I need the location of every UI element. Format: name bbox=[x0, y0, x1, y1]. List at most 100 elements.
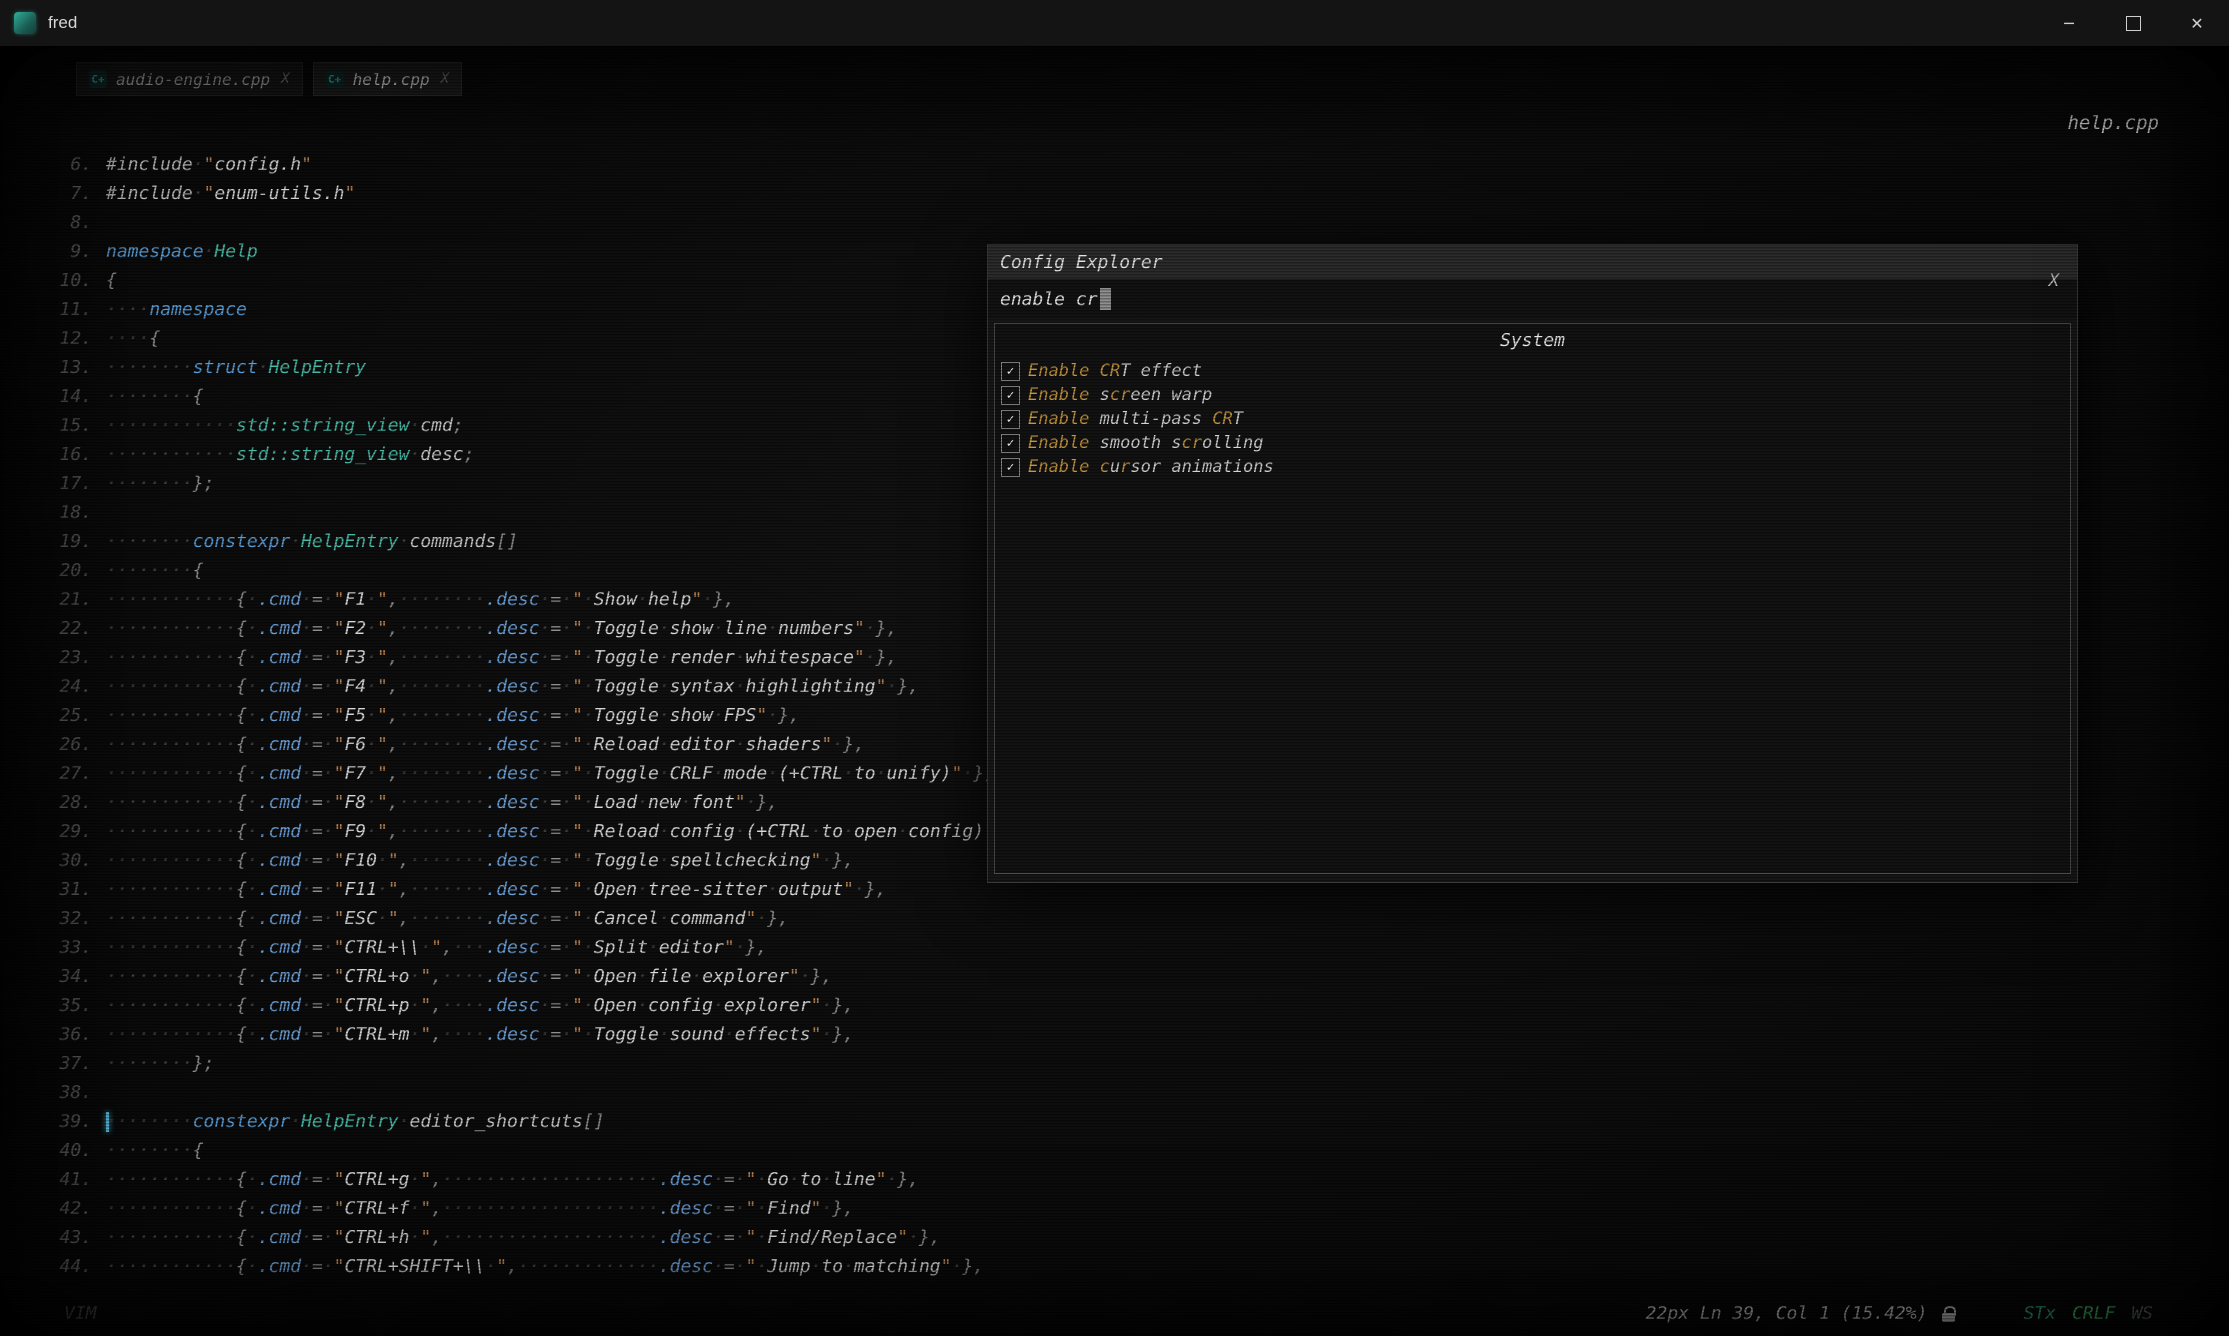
maximize-button[interactable] bbox=[2101, 0, 2165, 46]
tab-label: help.cpp bbox=[353, 70, 430, 89]
status-flag-CRLF: CRLF bbox=[2072, 1303, 2115, 1324]
status-bar: VIM 22px Ln 39, Col 1 (15.42%) STxCRLFWS bbox=[64, 1303, 2153, 1324]
window-controls: ─ ✕ bbox=[2037, 0, 2229, 46]
code-line[interactable]: 42.············{·.cmd·=·"CTRL+f·",······… bbox=[28, 1194, 2215, 1223]
code-line[interactable]: 44.············{·.cmd·=·"CTRL+SHIFT+\\·"… bbox=[28, 1252, 2215, 1280]
code-line[interactable]: 40.········{ bbox=[28, 1136, 2215, 1165]
line-content: ············{·.cmd·=·"F4·",········.desc… bbox=[106, 676, 919, 697]
checkbox-checked-icon[interactable]: ✓ bbox=[1001, 458, 1020, 477]
line-number: 11. bbox=[28, 295, 106, 324]
checkbox-checked-icon[interactable]: ✓ bbox=[1001, 410, 1020, 429]
line-number: 13. bbox=[28, 353, 106, 382]
tab-close-button[interactable]: X bbox=[281, 71, 289, 87]
line-content: { bbox=[106, 270, 117, 291]
code-line[interactable]: 6.#include·"config.h" bbox=[28, 150, 2215, 179]
line-number: 37. bbox=[28, 1049, 106, 1078]
code-line[interactable]: 41.············{·.cmd·=·"CTRL+g·",······… bbox=[28, 1165, 2215, 1194]
code-line[interactable]: 32.············{·.cmd·=·"ESC·",·······.d… bbox=[28, 904, 2215, 933]
close-button[interactable]: ✕ bbox=[2165, 0, 2229, 46]
line-number: 6. bbox=[28, 150, 106, 179]
code-line[interactable]: 38. bbox=[28, 1078, 2215, 1107]
lock-body bbox=[1942, 1313, 1955, 1322]
code-line[interactable]: 7.#include·"enum-utils.h" bbox=[28, 179, 2215, 208]
line-number: 31. bbox=[28, 875, 106, 904]
config-option[interactable]: ✓Enable multi-pass CRT bbox=[1001, 407, 2070, 431]
line-number: 17. bbox=[28, 469, 106, 498]
line-content: ············{·.cmd·=·"F7·",········.desc… bbox=[106, 763, 995, 784]
line-content: ············{·.cmd·=·"F8·",········.desc… bbox=[106, 792, 778, 813]
line-content: ········}; bbox=[106, 1053, 214, 1074]
config-option-label: Enable CRT effect bbox=[1028, 361, 1202, 381]
line-content: ············{·.cmd·=·"F2·",········.desc… bbox=[106, 618, 897, 639]
config-option[interactable]: ✓Enable smooth scrolling bbox=[1001, 431, 2070, 455]
config-option[interactable]: ✓ Enable CRT effect bbox=[1001, 359, 2070, 383]
buffer-name-label: help.cpp bbox=[2067, 112, 2159, 134]
code-line[interactable]: 43.············{·.cmd·=·"CTRL+h·",······… bbox=[28, 1223, 2215, 1252]
line-content: #include·"enum-utils.h" bbox=[106, 183, 355, 204]
checkbox-checked-icon[interactable]: ✓ bbox=[1001, 362, 1020, 381]
line-content: ············{·.cmd·=·"CTRL+m·",····.desc… bbox=[106, 1024, 854, 1045]
config-search-query: enable cr bbox=[1000, 289, 1098, 310]
config-results-panel: System ✓ Enable CRT effect ✓ Enable screen … bbox=[994, 323, 2071, 874]
line-number: 26. bbox=[28, 730, 106, 759]
config-option[interactable]: ✓Enable cursor animations bbox=[1001, 455, 2070, 479]
line-content: ············{·.cmd·=·"CTRL+o·",····.desc… bbox=[106, 966, 832, 987]
status-flag-STx: STx bbox=[2023, 1303, 2056, 1324]
config-search-input[interactable]: enable cr bbox=[988, 280, 2077, 318]
code-line[interactable]: 34.············{·.cmd·=·"CTRL+o·",····.d… bbox=[28, 962, 2215, 991]
tab-audio-engine.cpp[interactable]: C+audio-engine.cppX bbox=[76, 62, 303, 96]
line-content: ········struct·HelpEntry bbox=[106, 357, 366, 378]
line-content: ········constexpr·HelpEntry·commands[] bbox=[106, 531, 518, 552]
checkbox-checked-icon[interactable]: ✓ bbox=[1001, 386, 1020, 405]
config-option[interactable]: ✓ Enable screen warp bbox=[1001, 383, 2070, 407]
line-content: ············{·.cmd·=·"F1·",········.desc… bbox=[106, 589, 735, 610]
line-content: ····{ bbox=[106, 328, 160, 349]
checkbox-checked-icon[interactable]: ✓ bbox=[1001, 434, 1020, 453]
code-line[interactable]: 36.············{·.cmd·=·"CTRL+m·",····.d… bbox=[28, 1020, 2215, 1049]
config-option-label: Enable screen warp bbox=[1028, 385, 1212, 405]
minimize-button[interactable]: ─ bbox=[2037, 0, 2101, 46]
cpp-file-icon: C+ bbox=[89, 70, 107, 88]
window-titlebar: fred ─ ✕ bbox=[0, 0, 2229, 47]
code-line[interactable]: 35.············{·.cmd·=·"CTRL+p·",····.d… bbox=[28, 991, 2215, 1020]
line-content: ············{·.cmd·=·"CTRL+g·",·········… bbox=[106, 1169, 919, 1190]
line-number: 39. bbox=[28, 1107, 106, 1136]
tab-close-button[interactable]: X bbox=[441, 71, 449, 87]
code-line[interactable]: 8. bbox=[28, 208, 2215, 237]
line-content: ············{·.cmd·=·"F6·",········.desc… bbox=[106, 734, 865, 755]
line-number: 34. bbox=[28, 962, 106, 991]
line-number: 30. bbox=[28, 846, 106, 875]
config-explorer-title: Config Explorer bbox=[988, 245, 2077, 280]
line-content: ············{·.cmd·=·"F10·",·······.desc… bbox=[106, 850, 854, 871]
code-line[interactable]: 39.········constexpr·HelpEntry·editor_sh… bbox=[28, 1107, 2215, 1136]
code-line[interactable]: 37.········}; bbox=[28, 1049, 2215, 1078]
popup-close-button[interactable]: X bbox=[2049, 271, 2059, 291]
line-content: ············{·.cmd·=·"CTRL+\\·",···.desc… bbox=[106, 937, 767, 958]
config-explorer-popup: Config Explorer X enable cr System ✓Enab… bbox=[987, 244, 2078, 883]
line-number: 7. bbox=[28, 179, 106, 208]
config-section-header: System bbox=[995, 330, 2070, 351]
line-content: ············{·.cmd·=·"F5·",········.desc… bbox=[106, 705, 800, 726]
cpp-file-icon: C+ bbox=[326, 70, 344, 88]
line-number: 15. bbox=[28, 411, 106, 440]
cursor-position-info: 22px Ln 39, Col 1 (15.42%) bbox=[1646, 1303, 1928, 1324]
maximize-icon bbox=[2126, 16, 2141, 31]
line-content: ············{·.cmd·=·"F11·",·······.desc… bbox=[106, 879, 886, 900]
crt-screen: C+audio-engine.cppXC+help.cppX help.cpp … bbox=[0, 46, 2229, 1336]
line-number: 35. bbox=[28, 991, 106, 1020]
line-number: 12. bbox=[28, 324, 106, 353]
line-number: 14. bbox=[28, 382, 106, 411]
line-content: ············{·.cmd·=·"CTRL+f·",·········… bbox=[106, 1198, 854, 1219]
line-content: ········}; bbox=[106, 473, 214, 494]
line-content: ········{ bbox=[106, 386, 204, 407]
tab-bar: C+audio-engine.cppXC+help.cppX bbox=[76, 62, 462, 96]
code-line[interactable]: 33.············{·.cmd·=·"CTRL+\\·",···.d… bbox=[28, 933, 2215, 962]
search-cursor bbox=[1100, 288, 1111, 310]
line-number: 41. bbox=[28, 1165, 106, 1194]
line-number: 20. bbox=[28, 556, 106, 585]
line-number: 10. bbox=[28, 266, 106, 295]
tab-help.cpp[interactable]: C+ help.cpp X bbox=[313, 62, 463, 96]
line-content: ····namespace bbox=[106, 299, 247, 320]
line-content: ············std::string_view·desc; bbox=[106, 444, 474, 465]
line-number: 9. bbox=[28, 237, 106, 266]
